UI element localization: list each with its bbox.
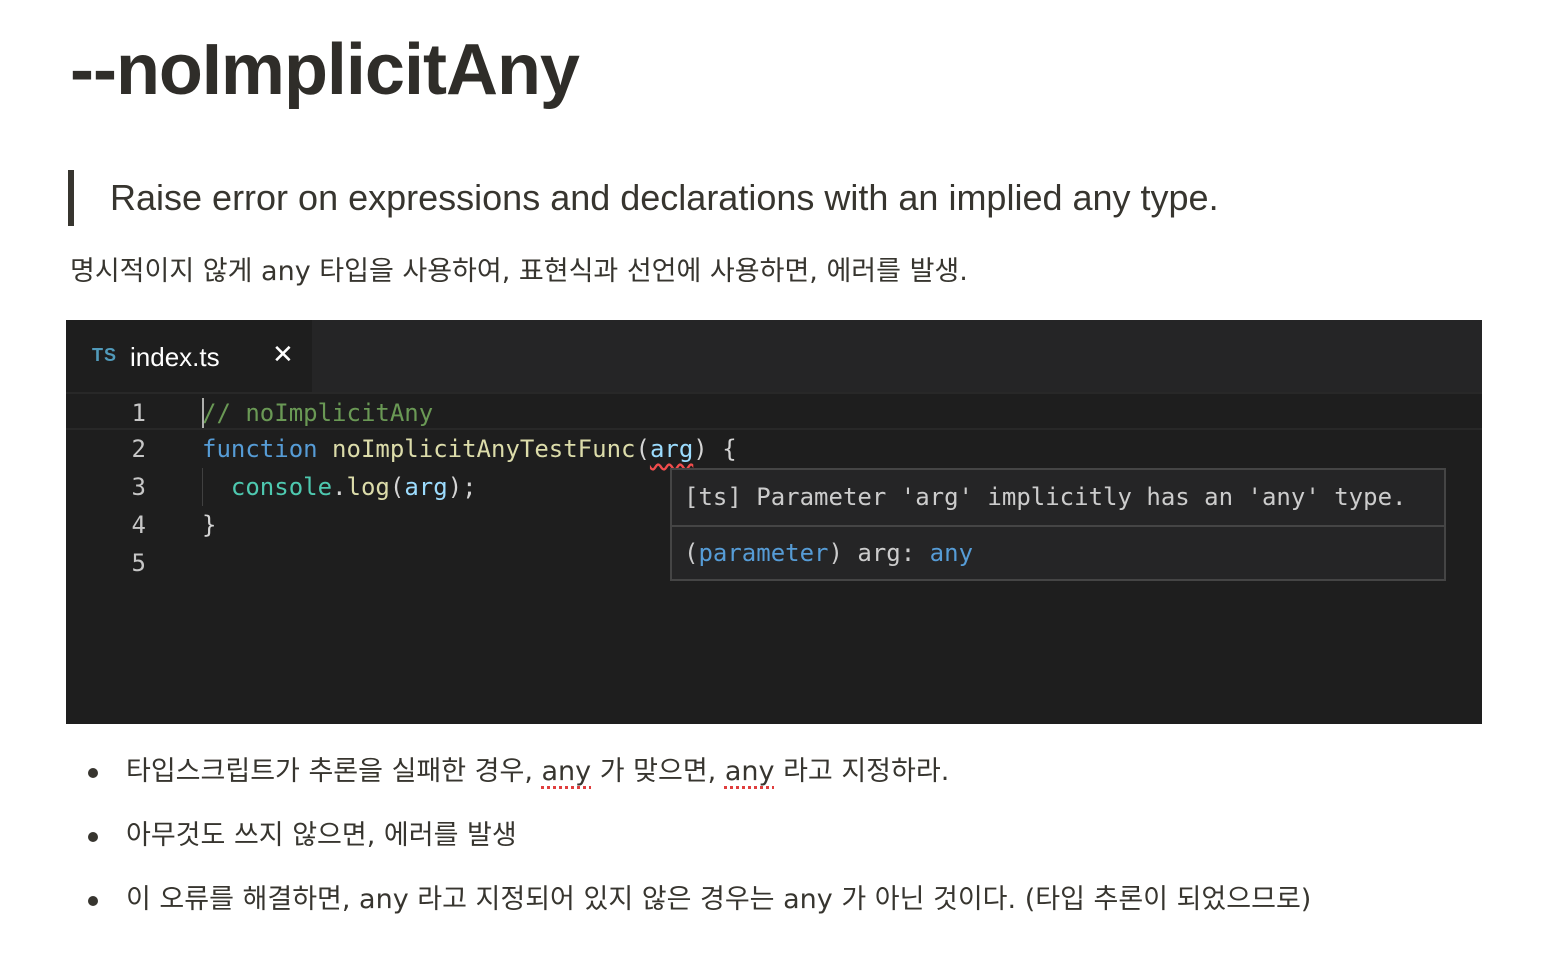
line-number: 5 [131, 549, 146, 577]
misspelled-word[interactable]: any [725, 756, 775, 787]
hover-name: arg [857, 539, 901, 567]
code-line-1: 1 // noImplicitAny [66, 392, 1482, 430]
brace-token: } [202, 511, 217, 539]
argument-token: arg [404, 473, 448, 501]
paren-brace-token: ) { [693, 435, 737, 463]
text-segment: 가 맞으면, [591, 756, 725, 787]
line-number: 4 [131, 511, 146, 539]
editor-tab-bar: TS index.ts ✕ [66, 320, 1482, 392]
paren-token: ( [635, 435, 650, 463]
indent-token [202, 473, 231, 501]
hover-divider [672, 525, 1444, 527]
hover-type: any [929, 539, 974, 567]
object-token: console [230, 473, 333, 501]
hover-paren: ( [684, 539, 699, 567]
text-segment: 라고 지정하라. [774, 756, 950, 787]
comment-token: // noImplicitAny [202, 399, 434, 427]
description-text: 명시적이지 않게 any 타입을 사용하여, 표현식과 선언에 사용하면, 에러… [70, 256, 968, 287]
list-item-text: 이 오류를 해결하면, any 라고 지정되어 있지 않은 경우는 any 가 … [126, 884, 1312, 915]
bullet-dot [88, 832, 98, 842]
code-editor-screenshot: TS index.ts ✕ 1 // noImplicitAny 2 funct… [66, 320, 1482, 724]
hover-signature: (parameter) arg: any [684, 536, 973, 570]
code-text: // noImplicitAny [202, 394, 433, 432]
hover-colon: : [900, 539, 930, 567]
bullet-dot [88, 896, 98, 906]
paren-token: ( [389, 473, 405, 501]
typescript-file-icon: TS [92, 345, 118, 365]
text-cursor [202, 398, 204, 428]
dot-token: . [332, 473, 347, 501]
page-title: --noImplicitAny [70, 30, 580, 110]
hover-paren: ) [828, 539, 858, 567]
text-segment: 타입스크립트가 추론을 실패한 경우, [126, 756, 542, 787]
tab-index-ts[interactable]: TS index.ts ✕ [66, 320, 312, 392]
code-text: function noImplicitAnyTestFunc(arg) { [202, 430, 737, 468]
line-number: 1 [131, 399, 146, 427]
keyword-token: function [202, 435, 318, 463]
method-token: log [346, 473, 390, 501]
code-text: console.log(arg); [202, 468, 477, 506]
list-item-text: 아무것도 쓰지 않으면, 에러를 발생 [126, 820, 517, 851]
hover-error-message: [ts] Parameter 'arg' implicitly has an '… [684, 483, 1407, 511]
bullet-dot [88, 768, 98, 778]
quote-block: Raise error on expressions and declarati… [68, 170, 1368, 226]
code-text: } [202, 506, 216, 544]
close-icon[interactable]: ✕ [272, 340, 294, 370]
list-item-text: 타입스크립트가 추론을 실패한 경우, any 가 맞으면, any 라고 지정… [126, 752, 949, 792]
misspelled-word[interactable]: any [542, 756, 592, 787]
line-number: 2 [131, 435, 146, 463]
code-line-2: 2 function noImplicitAnyTestFunc(arg) { [66, 430, 1482, 468]
tab-label: index.ts [130, 342, 220, 372]
hover-tooltip: [ts] Parameter 'arg' implicitly has an '… [670, 468, 1446, 581]
param-token-with-error[interactable]: arg [650, 435, 693, 463]
function-name-token: noImplicitAnyTestFunc [332, 435, 636, 463]
quote-text: Raise error on expressions and declarati… [110, 177, 1219, 218]
hover-kind: parameter [698, 539, 829, 567]
close-token: ); [447, 473, 477, 501]
line-number: 3 [131, 473, 146, 501]
